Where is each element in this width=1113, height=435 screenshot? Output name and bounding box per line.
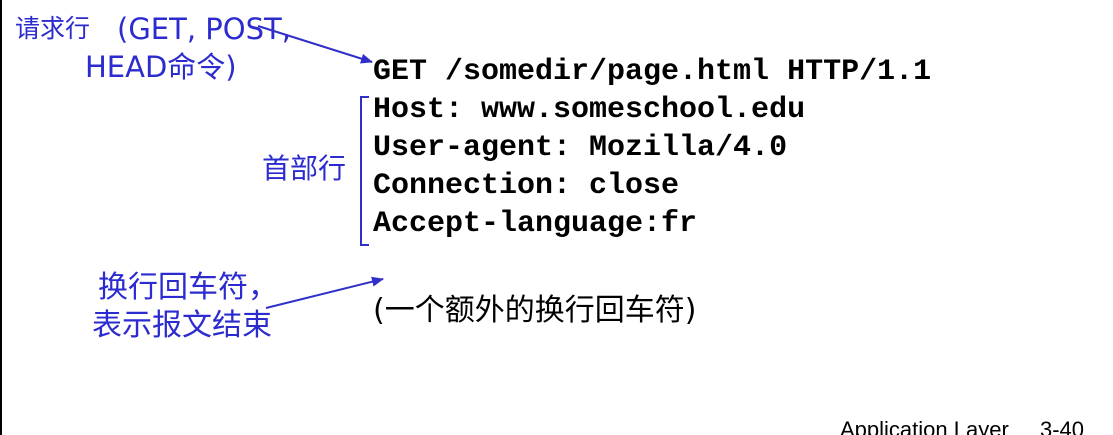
http-request-message: GET /somedir/page.html HTTP/1.1 Host: ww… xyxy=(373,53,1093,243)
blank-line-arrow xyxy=(265,276,384,309)
slide-left-border xyxy=(0,0,2,435)
header-line-host: Host: www.someschool.edu xyxy=(373,93,806,127)
header-lines-label: 首部行 xyxy=(262,152,347,185)
header-line-connection: Connection: close xyxy=(373,169,680,203)
request-line-label: 请求行 xyxy=(15,14,91,43)
header-line-user-agent: User-agent: Mozilla/4.0 xyxy=(373,131,788,165)
header-lines-bracket xyxy=(360,96,369,246)
extra-crlf-note: (一个额外的换行回车符) xyxy=(373,293,697,328)
footer-page-number: 3-40 xyxy=(1040,417,1085,435)
request-line-methods-label: (GET, POST, xyxy=(117,12,291,46)
end-of-message-label: 表示报文结束 xyxy=(92,308,272,343)
request-line: GET /somedir/page.html HTTP/1.1 xyxy=(373,55,932,89)
header-line-accept-language: Accept-language:fr xyxy=(373,207,698,241)
crlf-label: 换行回车符， xyxy=(98,270,278,305)
request-line-methods-label-cont: HEAD命令) xyxy=(85,50,237,84)
footer-section-title: Application Layer xyxy=(840,417,1009,435)
slide: 请求行 (GET, POST, HEAD命令) GET /somedir/pag… xyxy=(0,0,1113,435)
